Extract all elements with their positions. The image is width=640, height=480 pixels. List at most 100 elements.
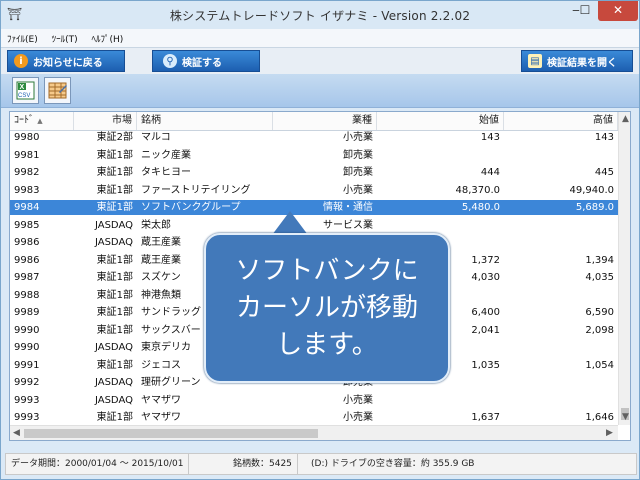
csv-export-button[interactable]: X CSV — [12, 77, 39, 104]
cell-code: 9993 — [14, 394, 40, 406]
cell-name: ソフトバンクグループ — [141, 202, 241, 213]
cell-name: ヤマザワ — [141, 394, 181, 406]
horizontal-scrollbar[interactable]: ◀ ▶ — [10, 425, 618, 440]
cell-high — [504, 148, 618, 163]
cell-open — [377, 148, 504, 163]
cell-high: 1,646 — [585, 412, 614, 423]
cell-name: マルコ — [141, 132, 171, 143]
table-icon — [48, 82, 67, 99]
col-industry[interactable]: 業種 — [273, 112, 377, 130]
cell-name: ヤマザワ — [141, 412, 181, 423]
cell-market: 東証1部 — [96, 254, 133, 266]
window-title: 株システムトレードソフト イザナミ - Version 2.2.02 — [169, 9, 471, 23]
status-disk-space: (D:) ドライブの空き容量：約 355.9 GB — [311, 459, 475, 469]
callout-line-3: します。 — [276, 329, 378, 360]
table-row[interactable]: 9980 東証2部 マルコ 小売業 143 143 — [10, 130, 618, 145]
cell-open: 1,637 — [471, 412, 500, 423]
cell-open: 5,480.0 — [461, 202, 500, 213]
folder-open-icon: ▤ — [528, 54, 542, 68]
cell-open: 48,370.0 — [455, 184, 500, 196]
cell-code: 9989 — [14, 307, 40, 318]
menu-bar: ﾌｧｲﾙ(E) ﾂｰﾙ(T) ﾍﾙﾌﾟ(H) — [1, 29, 639, 48]
open-results-button[interactable]: ▤ 検証結果を開く — [521, 50, 633, 72]
cell-market: 東証1部 — [96, 167, 133, 178]
col-open[interactable]: 始値 — [377, 112, 504, 130]
cell-market: JASDAQ — [94, 377, 133, 388]
csv-export-icon: X CSV — [16, 81, 35, 100]
cell-code: 9986 — [14, 254, 40, 266]
cell-high: 445 — [594, 167, 614, 178]
cell-high: 5,689.0 — [575, 202, 614, 213]
nav-bar: i お知らせに戻る ⚲ 検証する ▤ 検証結果を開く — [1, 48, 639, 74]
cell-high: 2,098 — [585, 324, 614, 336]
callout-line-1: ソフトバンクに — [235, 255, 419, 286]
cell-code: 9992 — [14, 377, 40, 388]
cell-industry: 小売業 — [343, 132, 373, 143]
cell-market: 東証1部 — [96, 184, 133, 196]
col-high[interactable]: 高値 — [504, 112, 618, 130]
open-results-label: 検証結果を開く — [547, 57, 617, 69]
scroll-right-icon[interactable]: ▶ — [606, 428, 613, 438]
cell-high: 1,394 — [585, 254, 614, 266]
cell-code: 9991 — [14, 359, 40, 371]
cell-open — [377, 393, 504, 408]
close-button[interactable]: ✕ — [598, 1, 638, 21]
cell-name: タキヒヨー — [141, 167, 191, 178]
menu-help[interactable]: ﾍﾙﾌﾟ(H) — [86, 29, 129, 45]
menu-file[interactable]: ﾌｧｲﾙ(E) — [1, 29, 43, 45]
cell-high: 4,035 — [585, 272, 614, 283]
scroll-left-icon[interactable]: ◀ — [13, 428, 20, 438]
cell-code: 9983 — [14, 184, 40, 196]
table-row[interactable]: 9981 東証1部 ニック産業 卸売業 — [10, 148, 618, 163]
table-view-button[interactable] — [44, 77, 71, 104]
cell-high — [504, 393, 618, 408]
cell-high: 6,590 — [585, 307, 614, 318]
scroll-up-icon[interactable]: ▲ — [622, 114, 629, 124]
tutorial-callout: ソフトバンクに カーソルが移動 します。 — [204, 233, 450, 383]
cell-open: 444 — [480, 167, 500, 178]
cell-high — [504, 375, 618, 390]
cell-market: 東証1部 — [96, 307, 133, 318]
tool-bar: X CSV — [1, 74, 639, 108]
cell-market: 東証1部 — [96, 359, 133, 371]
table-row[interactable]: 9985 JASDAQ 栄太郎 サービス業 — [10, 218, 618, 233]
cell-industry: 小売業 — [343, 184, 373, 196]
menu-tools[interactable]: ﾂｰﾙ(T) — [46, 29, 83, 45]
cell-name: ファーストリテイリング — [141, 184, 251, 196]
svg-text:CSV: CSV — [18, 93, 30, 99]
table-row[interactable]: 9993 JASDAQ ヤマザワ 小売業 — [10, 393, 618, 408]
table-row[interactable]: 9983 東証1部 ファーストリテイリング 小売業 48,370.0 49,940.0 — [10, 183, 618, 198]
cell-high: 1,054 — [585, 359, 614, 371]
cell-market: 東証1部 — [96, 202, 133, 213]
table-row[interactable]: 9984 東証1部 ソフトバンクグループ 情報・通信 5,480.0 5,689.0 — [10, 200, 618, 215]
cell-market: JASDAQ — [94, 237, 133, 248]
table-row[interactable]: 9993 東証1部 ヤマザワ 小売業 1,637 1,646 — [10, 410, 618, 425]
cell-market: 東証2部 — [96, 132, 133, 143]
magnifier-icon: ⚲ — [163, 54, 177, 68]
cell-high — [504, 218, 618, 233]
back-to-notice-label: お知らせに戻る — [33, 57, 103, 69]
app-window: ⛩ 株システムトレードソフト イザナミ - Version 2.2.02 ‒ ☐… — [0, 0, 640, 480]
scroll-down-icon[interactable]: ▼ — [622, 412, 629, 422]
verify-button[interactable]: ⚲ 検証する — [152, 50, 260, 72]
cell-high — [504, 340, 618, 355]
col-market[interactable]: 市場 — [74, 112, 137, 130]
status-data-period: データ期間：2000/01/04 〜 2015/10/01 — [6, 454, 190, 474]
maximize-button[interactable]: ☐ — [573, 1, 597, 21]
cell-industry: 卸売業 — [343, 167, 373, 178]
cell-open: 143 — [480, 132, 500, 143]
col-code[interactable]: ｺｰﾄﾞ ▲ — [10, 112, 74, 130]
cell-industry: 小売業 — [343, 412, 373, 423]
horizontal-scroll-thumb[interactable] — [24, 429, 318, 438]
callout-pointer — [272, 211, 308, 235]
col-name[interactable]: 銘柄 — [137, 112, 273, 130]
cell-market: JASDAQ — [94, 342, 133, 353]
table-row[interactable]: 9982 東証1部 タキヒヨー 卸売業 444 445 — [10, 165, 618, 180]
cell-high — [504, 288, 618, 303]
vertical-scrollbar[interactable]: ▲ ▼ — [618, 112, 630, 425]
cell-code: 9993 — [14, 412, 40, 423]
cell-market: JASDAQ — [94, 219, 133, 231]
callout-line-2: カーソルが移動 — [235, 292, 418, 323]
back-to-notice-button[interactable]: i お知らせに戻る — [7, 50, 125, 72]
cell-code: 9990 — [14, 342, 40, 353]
